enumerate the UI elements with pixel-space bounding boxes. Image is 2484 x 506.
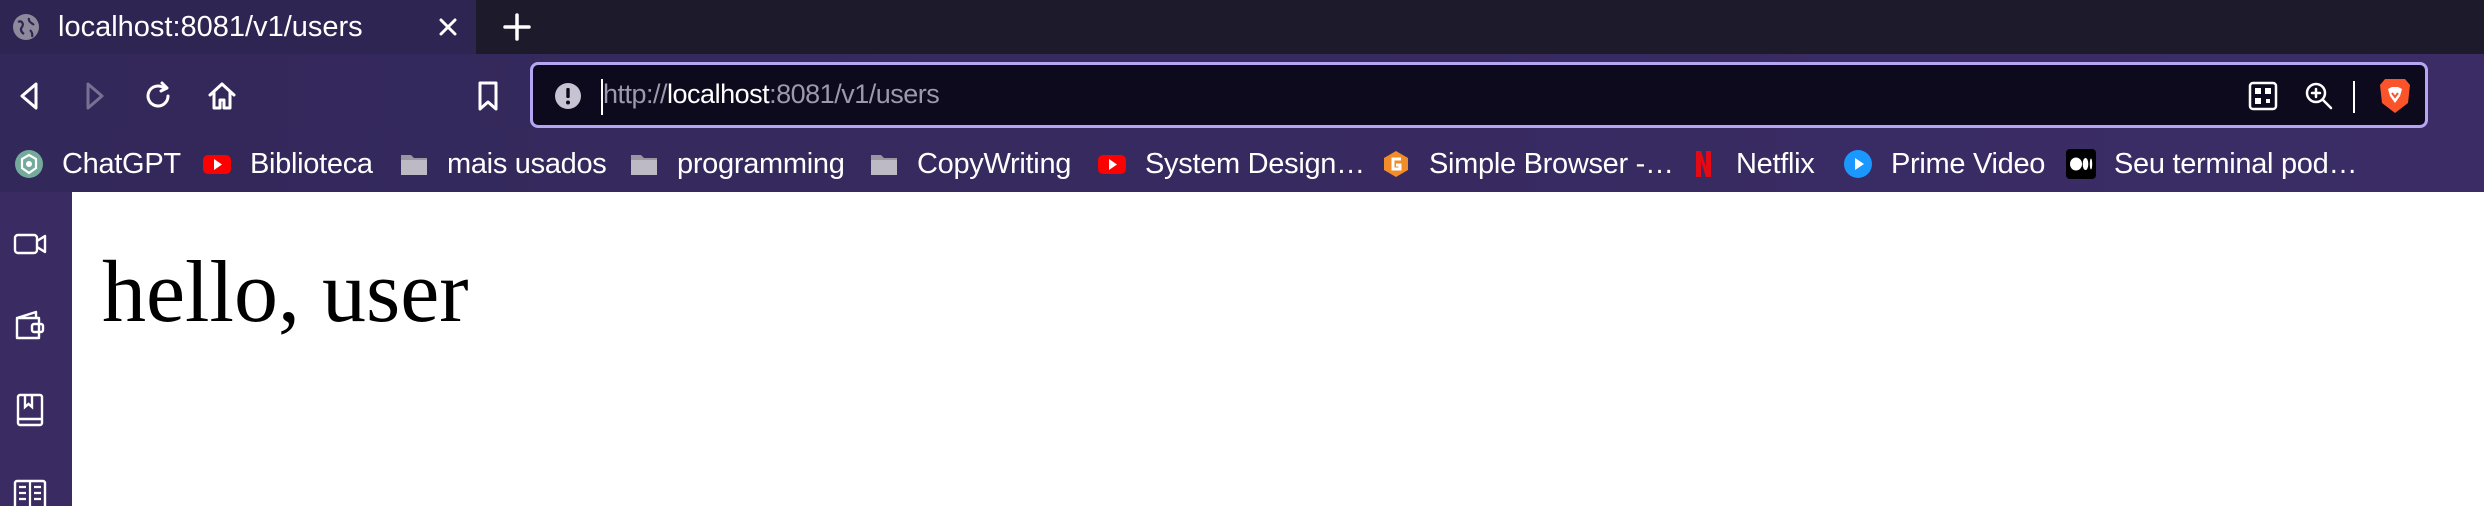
folder-icon	[631, 155, 657, 175]
new-tab-plus-icon[interactable]	[500, 10, 534, 44]
bookmark-label: Simple Browser -…	[1429, 147, 1674, 180]
news-icon[interactable]	[12, 476, 48, 506]
bookmarks-bar: ChatGPT Biblioteca mais usados programmi…	[0, 136, 2484, 192]
youtube-icon	[203, 155, 231, 174]
brave-lion-icon[interactable]	[2377, 77, 2413, 115]
bookmark-medium[interactable]: Seu terminal pod…	[2066, 136, 2357, 192]
bookmark-netflix[interactable]: Netflix	[1688, 136, 1815, 192]
bookmark-chatgpt[interactable]: ChatGPT	[14, 136, 181, 192]
url-path: :8081/v1/users	[769, 79, 940, 109]
bookmark-label: Biblioteca	[250, 147, 373, 180]
url-host: localhost	[667, 79, 770, 109]
globe-icon	[13, 14, 39, 40]
chatgpt-icon	[15, 150, 43, 178]
bookmark-label: Netflix	[1736, 147, 1815, 180]
bookmark-label: programming	[677, 147, 845, 180]
video-call-icon[interactable]	[12, 226, 48, 262]
tab-active[interactable]: localhost:8081/v1/users	[0, 0, 476, 54]
reload-icon[interactable]	[140, 78, 176, 114]
home-icon[interactable]	[204, 78, 240, 114]
page-content: hello, user	[72, 192, 2484, 506]
zoom-icon[interactable]	[2303, 80, 2335, 112]
page-heading: hello, user	[102, 244, 469, 341]
bookmark-folder-programming[interactable]: programming	[629, 136, 845, 192]
bookmark-system-design[interactable]: System Design…	[1097, 136, 1365, 192]
side-panel	[0, 192, 72, 506]
medium-icon	[2066, 149, 2096, 179]
url-scheme: http://	[603, 79, 668, 109]
youtube-icon	[1098, 155, 1126, 174]
bookmark-label: mais usados	[447, 147, 607, 180]
bookmark-prime-video[interactable]: Prime Video	[1843, 136, 2045, 192]
bookmark-label: Prime Video	[1891, 147, 2046, 180]
close-icon[interactable]	[434, 13, 462, 41]
bookmark-simple-browser[interactable]: Simple Browser -…	[1381, 136, 1674, 192]
bookmark-label: System Design…	[1145, 147, 1365, 180]
tab-title: localhost:8081/v1/users	[58, 11, 363, 43]
wallet-icon[interactable]	[12, 308, 48, 344]
qr-code-icon[interactable]	[2247, 80, 2279, 112]
tab-strip: localhost:8081/v1/users	[0, 0, 2484, 54]
bookmark-folder-mais-usados[interactable]: mais usados	[399, 136, 607, 192]
url-text[interactable]: http://localhost:8081/v1/users	[603, 79, 940, 110]
bookmark-biblioteca[interactable]: Biblioteca	[202, 136, 373, 192]
simple-browser-icon	[1384, 151, 1408, 177]
folder-icon	[401, 155, 427, 175]
bookmark-label: ChatGPT	[62, 147, 181, 180]
bookmark-folder-copywriting[interactable]: CopyWriting	[869, 136, 1071, 192]
info-icon[interactable]	[553, 81, 583, 111]
bookmark-label: Seu terminal pod…	[2114, 147, 2358, 180]
reading-list-icon[interactable]	[12, 392, 48, 428]
folder-icon	[871, 155, 897, 175]
bookmark-label: CopyWriting	[917, 147, 1072, 180]
address-bar[interactable]: http://localhost:8081/v1/users	[530, 62, 2428, 128]
back-arrow-icon[interactable]	[12, 78, 48, 114]
prime-video-icon	[1844, 150, 1872, 178]
forward-arrow-icon[interactable]	[76, 78, 112, 114]
netflix-icon	[1696, 151, 1711, 177]
address-separator	[2353, 81, 2355, 113]
bookmark-icon[interactable]	[470, 78, 506, 114]
